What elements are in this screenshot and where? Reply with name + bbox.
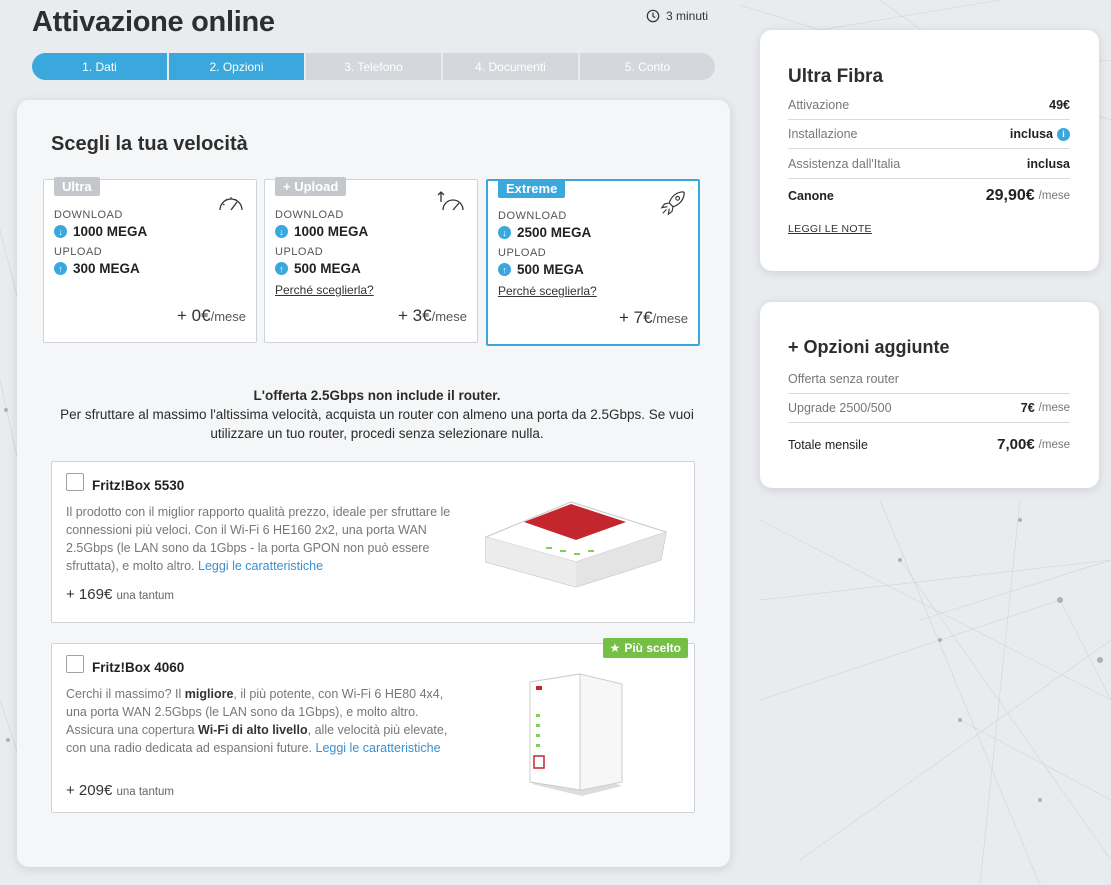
- summary-row-canone: Canone 29,90€/mese: [788, 187, 1070, 204]
- speed-plan-upload[interactable]: + Upload DOWNLOAD ↓ 1000 MEGA UPLOAD ↑ 500…: [264, 177, 478, 343]
- step-opzioni[interactable]: 2. Opzioni: [169, 53, 304, 80]
- popular-badge: ★ Più scelto: [602, 638, 688, 658]
- router-checkbox[interactable]: [66, 655, 84, 673]
- time-estimate-text: 3 minuti: [666, 9, 709, 23]
- step-telefono[interactable]: 3. Telefono: [306, 53, 441, 80]
- time-estimate: 3 minuti: [646, 9, 708, 23]
- option-row-no-router: Offerta senza router: [788, 372, 1070, 394]
- upload-label: UPLOAD: [498, 247, 547, 259]
- options-card: Scegli la tua velocità Ultra DOWNLOAD ↓ 1…: [17, 100, 730, 867]
- upload-label: UPLOAD: [54, 246, 103, 258]
- rocket-icon: [660, 191, 685, 216]
- summary-row-installazione: Installazione inclusa i: [788, 127, 1070, 149]
- arrow-up-icon: ↑: [275, 262, 288, 275]
- upload-value: ↑ 500 MEGA: [275, 261, 361, 276]
- why-choose-link[interactable]: Perché sceglierla?: [275, 283, 374, 297]
- added-options-card: + Opzioni aggiunte Offerta senza router …: [760, 302, 1099, 488]
- star-icon: ★: [609, 641, 621, 655]
- download-label: DOWNLOAD: [275, 209, 344, 221]
- clock-icon: [646, 9, 660, 23]
- plan-price: + 0€/mese: [177, 306, 246, 325]
- page-title: Attivazione online: [32, 6, 275, 38]
- speedometer-up-icon: [437, 191, 464, 211]
- option-row-total: Totale mensile 7,00€/mese: [788, 436, 1070, 453]
- upload-value: ↑ 300 MEGA: [54, 261, 140, 276]
- router-name: Fritz!Box 5530: [92, 478, 185, 493]
- option-row-upgrade: Upgrade 2500/500 7€/mese: [788, 401, 1070, 423]
- plan-tag: + Upload: [275, 177, 347, 196]
- router-description: Il prodotto con il miglior rapporto qual…: [66, 505, 451, 573]
- download-label: DOWNLOAD: [54, 209, 123, 221]
- router-image: [529, 673, 623, 796]
- download-label: DOWNLOAD: [498, 210, 567, 222]
- plan-price: + 3€/mese: [398, 306, 467, 325]
- progress-steps: 1. Dati 2. Opzioni 3. Telefono 4. Docume…: [32, 53, 715, 80]
- arrow-down-icon: ↓: [498, 226, 511, 239]
- speed-plan-ultra[interactable]: Ultra DOWNLOAD ↓ 1000 MEGA UPLOAD ↑ 300 ME…: [43, 177, 257, 343]
- router-features-link[interactable]: Leggi le caratteristiche: [316, 741, 441, 755]
- read-notes-link[interactable]: LEGGI LE NOTE: [788, 223, 872, 235]
- router-notice-body: Per sfruttare al massimo l'altissima vel…: [60, 407, 694, 441]
- offer-summary-card: Ultra Fibra Attivazione 49€ Installazione…: [760, 30, 1099, 271]
- router-image: [484, 501, 668, 588]
- plan-price: + 7€/mese: [619, 308, 688, 327]
- router-features-link[interactable]: Leggi le caratteristiche: [198, 559, 323, 573]
- offer-title: Ultra Fibra: [788, 66, 884, 87]
- speedometer-icon: [219, 197, 243, 211]
- router-notice-headline: L'offerta 2.5Gbps non include il router.: [253, 388, 501, 403]
- summary-row-assistenza: Assistenza dall'Italia inclusa: [788, 157, 1070, 179]
- options-title: + Opzioni aggiunte: [788, 337, 950, 357]
- plan-tag: Ultra: [54, 177, 100, 196]
- arrow-up-icon: ↑: [498, 263, 511, 276]
- router-name: Fritz!Box 4060: [92, 660, 185, 675]
- arrow-up-icon: ↑: [54, 262, 67, 275]
- arrow-down-icon: ↓: [54, 225, 67, 238]
- router-option-4060[interactable]: ★ Più scelto Fritz!Box 4060 Cerchi il mas…: [51, 638, 695, 813]
- speed-section-title: Scegli la tua velocità: [51, 133, 248, 155]
- download-value: ↓ 1000 MEGA: [275, 224, 368, 239]
- router-description: Cerchi il massimo? Il migliore, il più p…: [66, 687, 448, 755]
- why-choose-link[interactable]: Perché sceglierla?: [498, 284, 597, 298]
- arrow-down-icon: ↓: [275, 225, 288, 238]
- summary-row-attivazione: Attivazione 49€: [788, 98, 1070, 120]
- download-value: ↓ 2500 MEGA: [498, 225, 591, 240]
- step-documenti[interactable]: 4. Documenti: [443, 53, 578, 80]
- router-price: + 169€ una tantum: [66, 586, 175, 603]
- router-price: + 209€ una tantum: [66, 782, 175, 799]
- info-icon[interactable]: i: [1057, 127, 1070, 141]
- upload-value: ↑ 500 MEGA: [498, 262, 584, 277]
- upload-label: UPLOAD: [275, 246, 324, 258]
- plan-tag: Extreme: [498, 179, 566, 198]
- download-value: ↓ 1000 MEGA: [54, 224, 147, 239]
- router-checkbox[interactable]: [66, 473, 84, 491]
- router-option-5530[interactable]: Fritz!Box 5530 Il prodotto con il miglio…: [51, 461, 695, 623]
- speed-plan-extreme[interactable]: Extreme DOWNLOAD ↓ 2500 MEGA UPLOAD ↑ 500 …: [486, 179, 700, 346]
- step-conto[interactable]: 5. Conto: [580, 53, 715, 80]
- step-dati[interactable]: 1. Dati: [32, 53, 167, 80]
- router-notice: L'offerta 2.5Gbps non include il router.…: [57, 386, 697, 443]
